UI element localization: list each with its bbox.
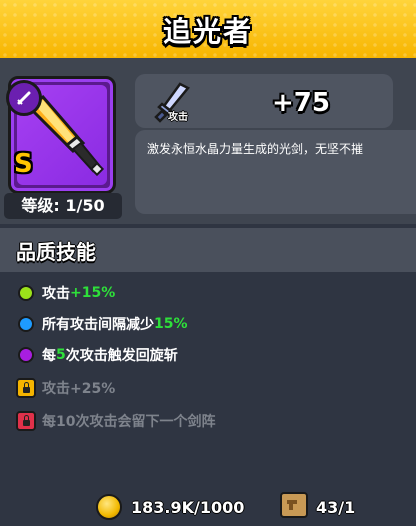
- scroll-icon: [280, 492, 308, 518]
- stat-label: 攻击: [168, 112, 188, 123]
- skill-text: 攻击: [42, 286, 70, 302]
- lock-icon: [16, 411, 36, 431]
- rarity-badge: S: [14, 149, 33, 179]
- skill-text-suffix: 次攻击触发回旋斩: [65, 348, 178, 364]
- weapon-type-badge: [6, 80, 42, 116]
- scroll-count: 43/1: [316, 498, 356, 517]
- skill-text: 所有攻击间隔减少: [42, 317, 154, 333]
- skill-bullet-green-icon: [18, 285, 34, 301]
- skill-text: 攻击+25%: [42, 381, 116, 397]
- skill-highlight: 5: [56, 347, 66, 363]
- skill-item-locked: 每10次攻击会留下一个剑阵: [16, 411, 216, 431]
- skill-text: 每10次攻击会留下一个剑阵: [42, 414, 216, 430]
- skill-bullet-purple-icon: [18, 347, 34, 363]
- skill-item-locked: 攻击+25%: [16, 378, 116, 398]
- skill-highlight: 15%: [154, 316, 188, 332]
- skill-highlight: +15%: [70, 285, 116, 301]
- page-title: 追光者: [162, 15, 253, 48]
- level-label: 等级: 1/50: [4, 193, 122, 219]
- sword-type-icon: [17, 91, 31, 105]
- item-description: 激发永恒水晶力量生成的光剑，无坚不摧: [147, 142, 364, 156]
- scroll-glyph-icon: [287, 500, 297, 510]
- description-panel: 激发永恒水晶力量生成的光剑，无坚不摧: [135, 130, 416, 214]
- skill-item: 攻击 +15%: [18, 283, 115, 303]
- skill-item: 所有攻击间隔减少 15%: [18, 314, 188, 334]
- lock-icon: [16, 378, 36, 398]
- skill-text: 每: [42, 348, 56, 364]
- skill-bullet-blue-icon: [18, 316, 34, 332]
- stat-value: +75: [272, 88, 330, 118]
- coin-count: 183.9K/1000: [131, 498, 245, 517]
- skill-item: 每 5 次攻击触发回旋斩: [18, 345, 178, 365]
- skills-title: 品质技能: [16, 240, 96, 264]
- gold-coin-icon: [96, 494, 122, 520]
